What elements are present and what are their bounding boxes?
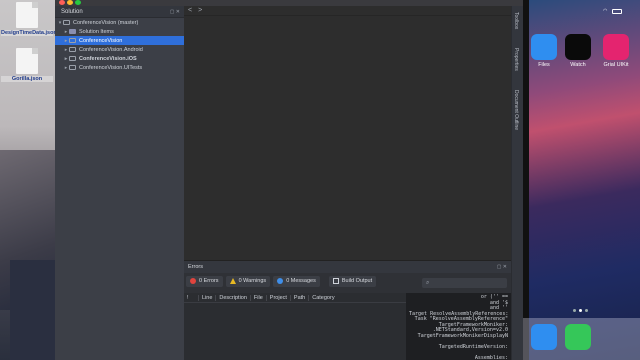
solution-pad: Solution ▢ ✕ ▾ ConferenceVision (master) ▸… xyxy=(55,6,184,360)
column-header[interactable]: Line xyxy=(198,294,215,301)
solution-tree-item-label: ConferenceVision.Android xyxy=(79,46,143,53)
app-tile-icon xyxy=(603,34,629,60)
desktop-file-gorilla[interactable]: Gorilla.json xyxy=(1,48,53,82)
messages-filter-button[interactable]: 0 Messages xyxy=(273,275,320,287)
folder-icon xyxy=(69,29,76,34)
info-icon xyxy=(277,278,284,284)
build-output-icon xyxy=(332,278,339,284)
app-label: Grial UIKit xyxy=(603,62,629,68)
app-watch[interactable]: Watch xyxy=(561,34,595,68)
search-icon: ⌕ xyxy=(426,280,430,286)
ios-simulator: ◠ Files Watch Grial UIKit xyxy=(523,0,640,360)
solution-tree-item-label: ConferenceVision.iOS xyxy=(79,55,137,62)
errors-pad-header: Errors ▢ ✕ xyxy=(184,261,511,273)
page-indicator xyxy=(573,309,588,312)
dock-app-safari[interactable] xyxy=(527,324,561,350)
app-grial-uikit[interactable]: Grial UIKit xyxy=(599,34,633,68)
page-dot xyxy=(573,309,576,312)
minimize-window-icon[interactable] xyxy=(67,0,73,5)
column-header[interactable]: Category xyxy=(308,294,337,301)
dock-app-messages[interactable] xyxy=(561,324,595,350)
errors-table-header: ! Line Description File Project Path Category xyxy=(184,293,406,303)
editor-area[interactable]: < > xyxy=(184,6,511,260)
build-output-log: or ('' == and '$ and '' Target ResolveAs… xyxy=(406,293,511,360)
desktop-file-designtimedata[interactable]: DesignTimeData.json xyxy=(1,2,55,36)
tab-properties[interactable]: Properties xyxy=(513,48,519,71)
solution-tree-item[interactable]: ▸ Solution Items xyxy=(55,27,184,36)
page-dot xyxy=(579,309,582,312)
desktop-file-label: DesignTimeData.json xyxy=(1,30,55,36)
messages-count-label: 0 Messages xyxy=(286,278,316,284)
ide-window: Solution ▢ ✕ ▾ ConferenceVision (master) ▸… xyxy=(55,0,523,360)
zoom-window-icon[interactable] xyxy=(75,0,81,5)
project-icon xyxy=(69,38,76,43)
app-label: Watch xyxy=(570,62,586,68)
column-header[interactable]: ! xyxy=(184,295,198,301)
nav-back-icon[interactable]: < xyxy=(188,7,192,14)
wallpaper-shadow xyxy=(10,260,55,360)
safari-icon xyxy=(531,324,557,350)
solution-icon xyxy=(63,20,70,25)
solution-tree-item-label: ConferenceVision.UITests xyxy=(79,64,143,71)
app-tile-icon xyxy=(531,34,557,60)
column-header[interactable]: Path xyxy=(289,294,308,301)
column-header[interactable]: Project xyxy=(265,294,290,301)
warning-icon xyxy=(229,278,236,284)
solution-tree-item[interactable]: ▸ ConferenceVision.UITests xyxy=(55,63,184,72)
warnings-count-label: 0 Warnings xyxy=(238,278,267,284)
desktop-file-label: Gorilla.json xyxy=(1,76,53,82)
solution-tree-item-label: ConferenceVision xyxy=(79,37,123,44)
solution-tree-item[interactable]: ▸ ConferenceVision.Android xyxy=(55,45,184,54)
project-icon xyxy=(69,47,76,52)
errors-search-input[interactable]: ⌕ xyxy=(422,278,507,288)
errors-pad-title: Errors xyxy=(188,264,203,270)
errors-filter-button[interactable]: 0 Errors xyxy=(186,275,223,287)
battery-icon xyxy=(612,8,623,14)
solution-tree-item-label: ConferenceVision (master) xyxy=(73,19,139,26)
wifi-icon: ◠ xyxy=(603,8,608,14)
pad-options-icon[interactable]: ▢ ✕ xyxy=(497,264,507,270)
messages-icon xyxy=(565,324,591,350)
close-window-icon[interactable] xyxy=(59,0,65,5)
desktop: DesignTimeData.json Gorilla.json xyxy=(0,0,55,360)
app-label: Files xyxy=(538,62,550,68)
solution-tree-item[interactable]: ▸ ConferenceVision xyxy=(55,36,184,45)
pad-options-icon[interactable]: ▢ ✕ xyxy=(170,9,180,15)
project-icon xyxy=(69,65,76,70)
solution-tree-item[interactable]: ▾ ConferenceVision (master) xyxy=(55,18,184,27)
column-header[interactable]: Description xyxy=(215,294,250,301)
tab-document-outline[interactable]: Document Outline xyxy=(513,90,519,130)
app-tile-icon xyxy=(565,34,591,60)
warnings-filter-button[interactable]: 0 Warnings xyxy=(225,275,271,287)
errors-count-label: 0 Errors xyxy=(199,278,219,284)
tab-toolbox[interactable]: Toolbox xyxy=(513,12,519,29)
right-pad-strip: Toolbox Properties Document Outline xyxy=(511,6,523,360)
json-file-icon xyxy=(16,48,38,74)
nav-forward-icon[interactable]: > xyxy=(198,7,202,14)
error-icon xyxy=(190,278,196,284)
errors-table: ! Line Description File Project Path Category xyxy=(184,293,406,360)
project-icon xyxy=(69,56,76,61)
editor-nav-bar: < > xyxy=(184,6,511,16)
solution-tree-item[interactable]: ▸ ConferenceVision.iOS xyxy=(55,54,184,63)
solution-tree: ▾ ConferenceVision (master) ▸ Solution Item… xyxy=(55,18,184,72)
solution-tree-item-label: Solution Items xyxy=(79,28,114,35)
json-file-icon xyxy=(16,2,38,28)
app-files[interactable]: Files xyxy=(527,34,561,68)
errors-pad: Errors ▢ ✕ 0 Errors 0 Warnings 0 Message… xyxy=(184,260,511,360)
solution-pad-title: Solution xyxy=(61,8,83,15)
column-header[interactable]: File xyxy=(249,294,266,301)
build-output-label: Build Output xyxy=(341,278,373,284)
page-dot xyxy=(585,309,588,312)
status-bar: ◠ xyxy=(603,8,623,14)
build-output-button[interactable]: Build Output xyxy=(328,275,377,287)
solution-pad-header: Solution ▢ ✕ xyxy=(55,6,184,18)
